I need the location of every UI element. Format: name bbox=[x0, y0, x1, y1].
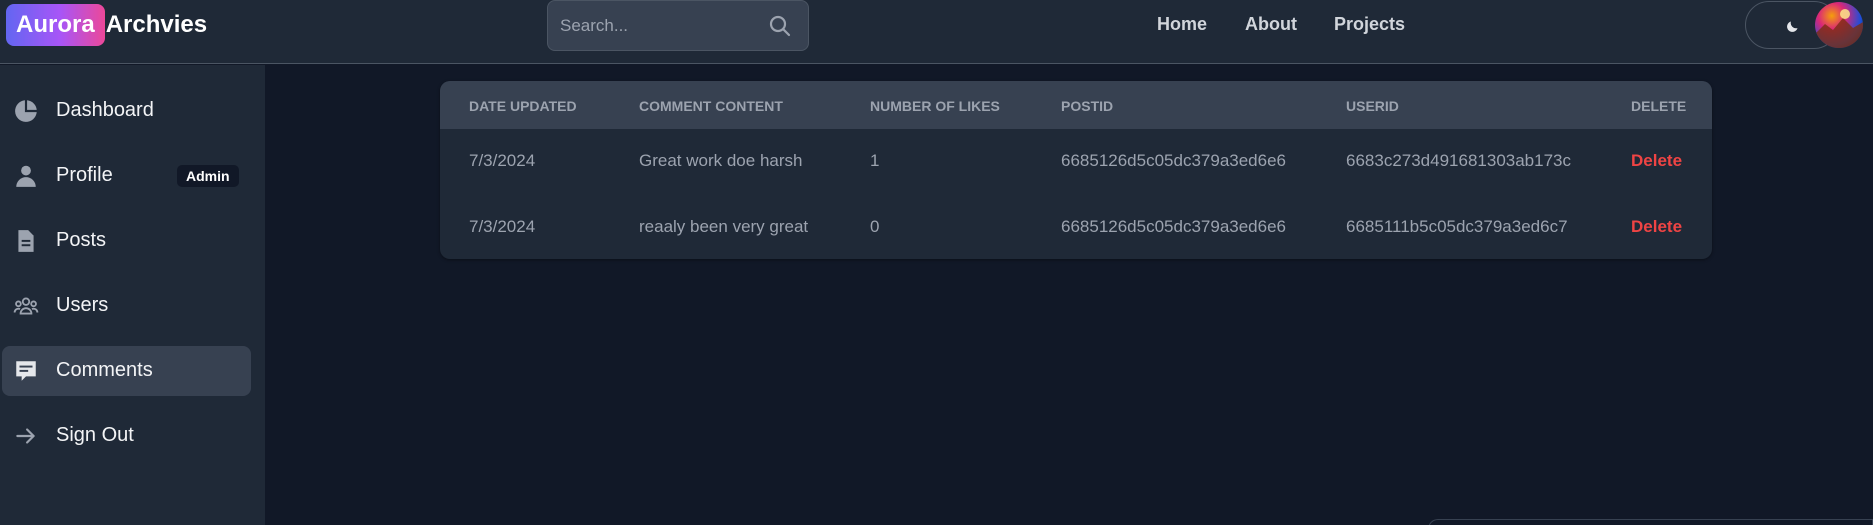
sidebar: Dashboard Profile Admin Posts Users Comm… bbox=[0, 65, 265, 525]
sidebar-item-label: Profile bbox=[56, 164, 113, 186]
table-row: 7/3/2024 reaaly been very great 0 668512… bbox=[440, 194, 1712, 259]
cell-postid: 6685126d5c05dc379a3ed6e6 bbox=[1061, 151, 1287, 170]
top-header: Aurora Archvies Home About Projects bbox=[0, 0, 1873, 64]
sidebar-item-posts[interactable]: Posts bbox=[2, 216, 251, 266]
sidebar-item-profile[interactable]: Profile Admin bbox=[2, 151, 251, 201]
sidebar-item-dashboard[interactable]: Dashboard bbox=[2, 86, 251, 136]
delete-button[interactable]: Delete bbox=[1631, 217, 1682, 237]
cell-content: Great work doe harsh bbox=[639, 151, 803, 170]
logo-badge: Aurora bbox=[6, 4, 105, 46]
nav-projects[interactable]: Projects bbox=[1334, 14, 1405, 35]
search-input[interactable] bbox=[560, 14, 760, 38]
cell-date: 7/3/2024 bbox=[469, 151, 536, 170]
cell-postid: 6685126d5c05dc379a3ed6e6 bbox=[1061, 217, 1287, 236]
users-group-icon bbox=[13, 297, 39, 315]
search-icon[interactable] bbox=[768, 14, 792, 38]
sidebar-item-label: Dashboard bbox=[56, 99, 154, 121]
admin-badge: Admin bbox=[177, 165, 239, 187]
column-header-postid: PostId bbox=[1061, 98, 1114, 114]
table-row: 7/3/2024 Great work doe harsh 1 6685126d… bbox=[440, 129, 1712, 194]
column-header-content: Comment content bbox=[639, 98, 783, 114]
sidebar-item-comments[interactable]: Comments bbox=[2, 346, 251, 396]
document-icon bbox=[18, 230, 34, 252]
sidebar-item-label: Users bbox=[56, 294, 109, 316]
column-header-userid: UserId bbox=[1346, 98, 1399, 114]
cell-date: 7/3/2024 bbox=[469, 217, 536, 236]
cell-likes: 1 bbox=[870, 151, 880, 170]
column-header-delete: Delete bbox=[1631, 98, 1687, 114]
sidebar-item-label: Posts bbox=[56, 229, 107, 251]
cell-userid: 6685111b5c05dc379a3ed6c7 bbox=[1346, 217, 1568, 236]
bottom-edge-panel bbox=[1428, 519, 1873, 525]
table-header: Date updated Comment content Number of l… bbox=[440, 81, 1712, 129]
cell-content: reaaly been very great bbox=[639, 217, 809, 236]
column-header-likes: Number of likes bbox=[870, 98, 1000, 114]
nav-home[interactable]: Home bbox=[1157, 14, 1207, 35]
logo[interactable]: Aurora Archvies bbox=[6, 4, 207, 46]
nav-about[interactable]: About bbox=[1245, 14, 1297, 35]
comments-table: Date updated Comment content Number of l… bbox=[440, 81, 1712, 259]
moon-icon bbox=[1787, 21, 1798, 32]
cell-userid: 6683c273d491681303ab173c bbox=[1346, 151, 1572, 170]
arrow-right-icon bbox=[16, 428, 35, 444]
sidebar-item-label: Comments bbox=[56, 359, 153, 381]
sidebar-item-label: Sign Out bbox=[56, 424, 134, 446]
column-header-date: Date updated bbox=[469, 98, 577, 114]
user-icon bbox=[16, 165, 36, 187]
delete-button[interactable]: Delete bbox=[1631, 151, 1682, 171]
sidebar-item-users[interactable]: Users bbox=[2, 281, 251, 331]
pie-chart-icon bbox=[15, 100, 37, 122]
cell-likes: 0 bbox=[870, 217, 880, 236]
sidebar-item-signout[interactable]: Sign Out bbox=[2, 411, 251, 461]
avatar[interactable] bbox=[1815, 2, 1863, 48]
comment-icon bbox=[16, 361, 36, 381]
logo-text: Archvies bbox=[105, 11, 208, 38]
